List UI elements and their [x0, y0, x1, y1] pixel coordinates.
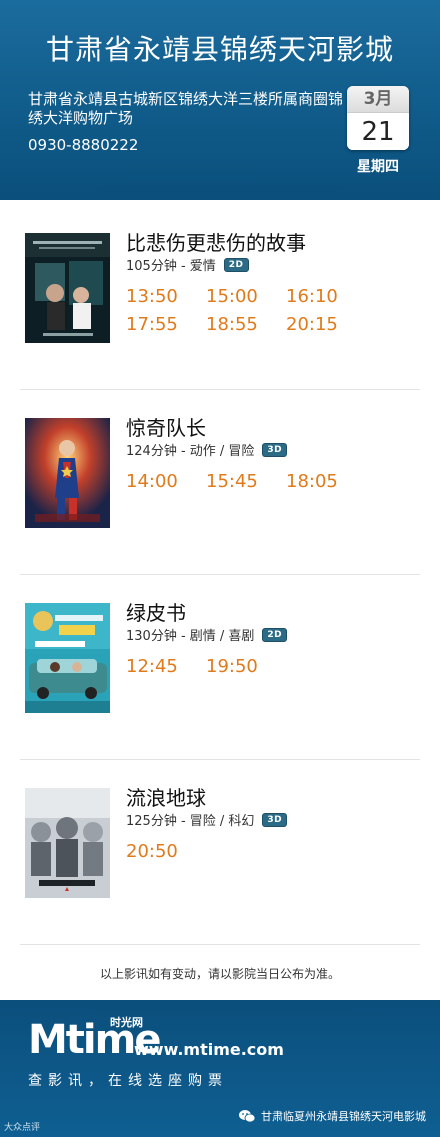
weekday: 星期四	[357, 159, 399, 175]
mtime-logo-cn: 时光网	[110, 1016, 143, 1029]
showtimes: 14:00 15:45 18:05	[126, 468, 426, 496]
movie-info: 130分钟 - 剧情 / 喜剧 2D	[126, 625, 288, 644]
showtimes: 20:50	[126, 838, 426, 866]
mtime-url-link[interactable]: www.mtime.com	[134, 1040, 284, 1059]
cinema-name: 甘肃省永靖县锦绣天河影城	[45, 33, 394, 66]
header: 甘肃省永靖县锦绣天河影城 甘肃省永靖县古城新区锦绣大洋三楼所属商圈锦绣大洋购物广…	[0, 0, 440, 214]
movie-list: 比悲伤更悲伤的故事 105分钟 - 爱情 2D 13:50 15:00 16:1…	[0, 205, 440, 945]
footer: Mtime 时光网 www.mtime.com 查影讯，在线选座购票 大众点评 …	[0, 988, 440, 1137]
calendar-icon: 3月 21	[347, 86, 409, 150]
movie-title[interactable]: 比悲伤更悲伤的故事	[126, 227, 306, 256]
showtime[interactable]: 20:50	[126, 838, 206, 866]
showtime[interactable]: 18:05	[286, 468, 366, 496]
showtime[interactable]: 16:10	[286, 283, 366, 311]
movie-duration-genre: 105分钟 - 爱情	[126, 259, 216, 274]
showtime[interactable]: 15:00	[206, 283, 286, 311]
movie-poster-captain-marvel[interactable]	[25, 418, 110, 528]
format-badge-2d: 2D	[223, 257, 249, 272]
showtime[interactable]: 17:55	[126, 311, 206, 339]
movie-duration-genre: 125分钟 - 冒险 / 科幻	[126, 814, 255, 829]
calendar-day: 21	[347, 112, 409, 150]
movie-info: 105分钟 - 爱情 2D	[126, 255, 249, 274]
showtime[interactable]: 20:15	[286, 311, 366, 339]
showtime[interactable]: 12:45	[126, 653, 206, 681]
movie-item[interactable]: 比悲伤更悲伤的故事 105分钟 - 爱情 2D 13:50 15:00 16:1…	[0, 205, 440, 390]
movie-poster-green-book[interactable]	[25, 603, 110, 713]
showtime[interactable]: 15:45	[206, 468, 286, 496]
movie-duration-genre: 124分钟 - 动作 / 冒险	[126, 444, 255, 459]
movie-title[interactable]: 绿皮书	[126, 597, 186, 626]
format-badge-3d: 3D	[262, 442, 288, 457]
watermark: 大众点评	[4, 1123, 41, 1133]
divider	[20, 944, 420, 945]
movie-info: 125分钟 - 冒险 / 科幻 3D	[126, 810, 288, 829]
movie-item[interactable]: 绿皮书 130分钟 - 剧情 / 喜剧 2D 12:45 19:50	[0, 575, 440, 760]
format-badge-2d: 2D	[262, 627, 288, 642]
calendar-month: 3月	[347, 86, 409, 112]
showtime[interactable]: 19:50	[206, 653, 286, 681]
movie-info: 124分钟 - 动作 / 冒险 3D	[126, 440, 288, 459]
movie-poster-sad-story[interactable]	[25, 233, 110, 343]
movie-duration-genre: 130分钟 - 剧情 / 喜剧	[126, 629, 255, 644]
cinema-phone[interactable]: 0930-8880222	[28, 136, 138, 154]
footer-slogan: 查影讯，在线选座购票	[28, 1073, 228, 1089]
format-badge-3d: 3D	[262, 812, 288, 827]
movie-item[interactable]: 惊奇队长 124分钟 - 动作 / 冒险 3D 14:00 15:45 18:0…	[0, 390, 440, 575]
movie-title[interactable]: 流浪地球	[126, 782, 206, 811]
showtimes: 13:50 15:00 16:10 17:55 18:55 20:15	[126, 283, 426, 339]
showtime[interactable]: 13:50	[126, 283, 206, 311]
wechat-icon	[239, 1110, 255, 1123]
showtimes: 12:45 19:50	[126, 653, 426, 681]
wechat-account[interactable]: 甘肃临夏州永靖县锦绣天河电影城	[239, 1108, 426, 1124]
movie-item[interactable]: 流浪地球 125分钟 - 冒险 / 科幻 3D 20:50	[0, 760, 440, 945]
movie-poster-wandering-earth[interactable]	[25, 788, 110, 898]
showtime[interactable]: 18:55	[206, 311, 286, 339]
showtime[interactable]: 14:00	[126, 468, 206, 496]
schedule-notice: 以上影讯如有变动，请以影院当日公布为准。	[99, 967, 340, 981]
wechat-account-name: 甘肃临夏州永靖县锦绣天河电影城	[261, 1110, 426, 1123]
cinema-address: 甘肃省永靖县古城新区锦绣大洋三楼所属商圈锦绣大洋购物广场	[28, 90, 344, 127]
movie-title[interactable]: 惊奇队长	[126, 412, 206, 441]
